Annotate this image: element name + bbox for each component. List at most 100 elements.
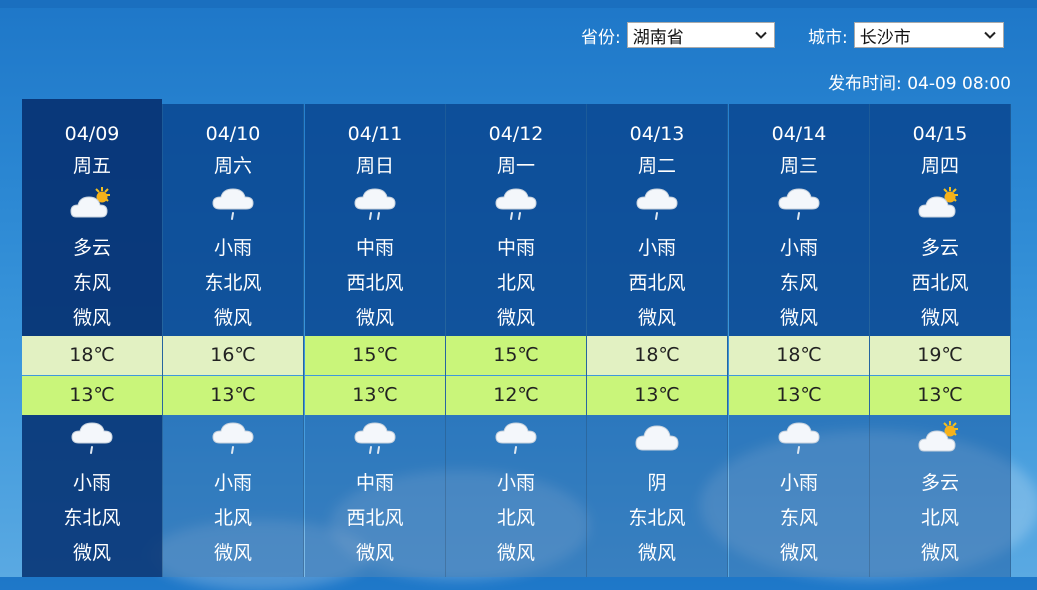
day-wind-direction: 西北风: [346, 272, 404, 294]
day-wind-force: 微风: [779, 307, 818, 329]
light-rain-icon: [777, 186, 821, 222]
day-wind-direction: 东风: [779, 272, 818, 294]
night-wind-direction: 北风: [920, 507, 959, 529]
day-wind-force: 微风: [213, 307, 252, 329]
night-wind-force: 微风: [920, 542, 959, 564]
top-accent-bar: [0, 0, 1037, 8]
partly-cloudy-icon: [918, 420, 962, 456]
high-temperature: 19℃: [870, 336, 1010, 375]
day-wind-direction: 东北风: [204, 272, 262, 294]
day-wind-direction: 西北风: [628, 272, 686, 294]
night-weather: 小雨: [496, 472, 535, 494]
night-weather: 中雨: [355, 472, 394, 494]
province-value: 湖南省: [632, 27, 684, 48]
forecast-weekday: 周一: [496, 155, 535, 177]
night-weather: 小雨: [213, 472, 252, 494]
night-weather: 多云: [920, 472, 959, 494]
city-filter: 城市: 长沙市: [808, 22, 1004, 48]
high-temperature: 16℃: [163, 336, 303, 375]
high-temperature: 15℃: [446, 336, 586, 375]
low-temperature: 13℃: [587, 376, 727, 415]
overcast-icon: [635, 420, 679, 456]
forecast-weekday: 周四: [920, 155, 959, 177]
light-rain-icon: [211, 420, 255, 456]
forecast-date: 04/13: [629, 123, 685, 145]
day-wind-force: 微风: [72, 307, 111, 329]
day-wind-force: 微风: [637, 307, 676, 329]
day-weather: 中雨: [355, 237, 394, 259]
province-filter: 省份: 湖南省: [581, 22, 775, 48]
forecast-date: 04/11: [347, 123, 403, 145]
low-temperature: 13℃: [22, 376, 162, 415]
forecast-date: 04/14: [771, 123, 827, 145]
light-rain-icon: [70, 420, 114, 456]
high-temperature: 15℃: [305, 336, 445, 375]
day-weather: 中雨: [496, 237, 535, 259]
forecast-day-column: 04/09 周五 多云 东风 微风 18℃ 13℃ 小雨 东北风 微风: [22, 99, 163, 577]
province-label: 省份:: [581, 27, 621, 48]
day-weather: 小雨: [779, 237, 818, 259]
night-weather: 小雨: [72, 472, 111, 494]
forecast-date: 04/09: [64, 123, 120, 145]
partly-cloudy-icon: [918, 186, 962, 222]
low-temperature: 13℃: [163, 376, 303, 415]
day-weather: 多云: [72, 237, 111, 259]
night-wind-force: 微风: [355, 542, 394, 564]
night-wind-force: 微风: [496, 542, 535, 564]
moderate-rain-icon: [353, 420, 397, 456]
forecast-date: 04/15: [912, 123, 968, 145]
night-wind-direction: 北风: [496, 507, 535, 529]
forecast-weekday: 周三: [779, 155, 818, 177]
publish-time-label: 发布时间:: [828, 74, 902, 94]
publish-time: 发布时间: 04-09 08:00: [828, 69, 1011, 94]
night-wind-direction: 东北风: [628, 507, 686, 529]
chevron-down-icon: [755, 31, 767, 39]
forecast-grid: 04/09 周五 多云 东风 微风 18℃ 13℃ 小雨 东北风 微风 04/10 周六 小雨 东北风 微风…: [22, 99, 1011, 577]
day-wind-direction: 东风: [72, 272, 111, 294]
light-rain-icon: [635, 186, 679, 222]
publish-time-value: 04-09 08:00: [907, 74, 1011, 94]
day-wind-direction: 西北风: [911, 272, 969, 294]
day-wind-force: 微风: [355, 307, 394, 329]
forecast-weekday: 周二: [637, 155, 676, 177]
forecast-day-column: 04/12 周一 中雨 北风 微风 15℃ 12℃ 小雨 北风 微风: [446, 104, 587, 577]
city-label: 城市:: [808, 27, 848, 48]
partly-cloudy-icon: [70, 186, 114, 222]
high-temperature: 18℃: [22, 336, 162, 375]
night-weather: 阴: [647, 472, 667, 494]
night-wind-direction: 北风: [213, 507, 252, 529]
province-select[interactable]: 湖南省: [626, 22, 775, 48]
high-temperature: 18℃: [587, 336, 727, 375]
low-temperature: 13℃: [870, 376, 1010, 415]
low-temperature: 13℃: [305, 376, 445, 415]
night-wind-force: 微风: [72, 542, 111, 564]
night-wind-force: 微风: [779, 542, 818, 564]
day-wind-force: 微风: [496, 307, 535, 329]
forecast-day-column: 04/11 周日 中雨 西北风 微风 15℃ 13℃ 中雨 西北风 微风: [305, 104, 446, 577]
night-wind-force: 微风: [213, 542, 252, 564]
city-value: 长沙市: [859, 27, 911, 48]
night-weather: 小雨: [779, 472, 818, 494]
chevron-down-icon: [984, 31, 996, 39]
moderate-rain-icon: [353, 186, 397, 222]
day-weather: 小雨: [213, 237, 252, 259]
night-wind-force: 微风: [637, 542, 676, 564]
forecast-day-column: 04/14 周三 小雨 东风 微风 18℃ 13℃ 小雨 东风 微风: [729, 104, 870, 577]
light-rain-icon: [777, 420, 821, 456]
city-select[interactable]: 长沙市: [853, 22, 1004, 48]
night-wind-direction: 西北风: [346, 507, 404, 529]
light-rain-icon: [211, 186, 255, 222]
night-wind-direction: 东风: [779, 507, 818, 529]
forecast-day-column: 04/13 周二 小雨 西北风 微风 18℃ 13℃ 阴东北风 微风: [587, 104, 728, 577]
forecast-day-column: 04/15 周四 多云 西北风 微风 19℃ 13℃ 多云 北风 微风: [870, 104, 1011, 577]
day-wind-direction: 北风: [496, 272, 535, 294]
forecast-day-column: 04/10 周六 小雨 东北风 微风 16℃ 13℃ 小雨 北风 微风: [163, 104, 304, 577]
forecast-weekday: 周五: [72, 155, 111, 177]
day-wind-force: 微风: [920, 307, 959, 329]
forecast-date: 04/10: [205, 123, 261, 145]
forecast-weekday: 周六: [213, 155, 252, 177]
light-rain-icon: [494, 420, 538, 456]
low-temperature: 12℃: [446, 376, 586, 415]
low-temperature: 13℃: [729, 376, 869, 415]
day-weather: 多云: [920, 237, 959, 259]
